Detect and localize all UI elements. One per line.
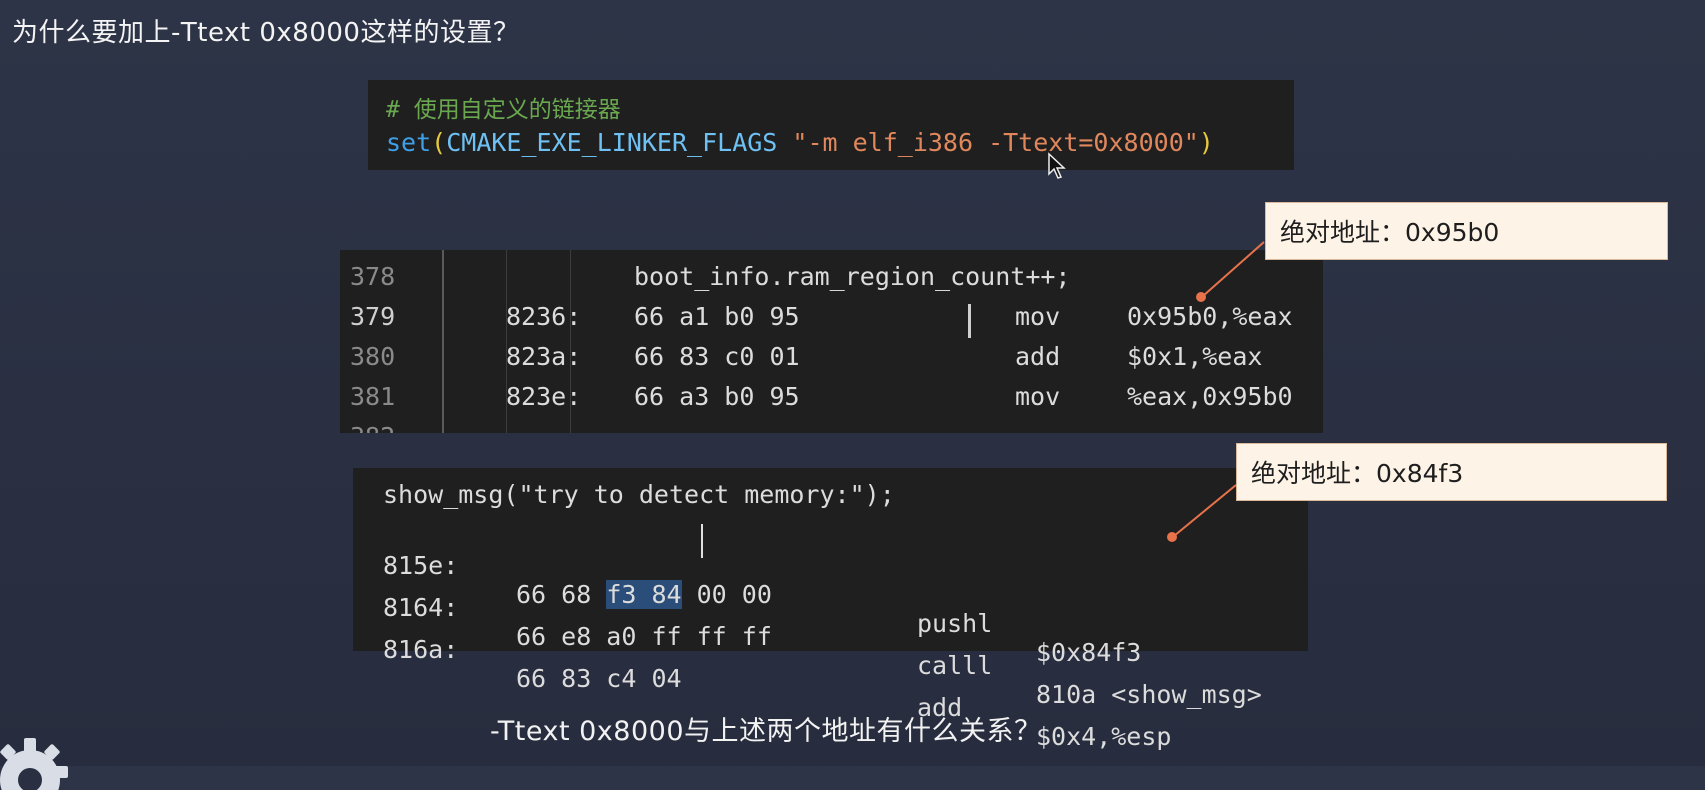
line-number: 380	[350, 342, 396, 371]
instruction-address: 8236:	[506, 302, 582, 331]
source-line: 378 boot_info.ram_region_count++;	[340, 262, 1323, 302]
instruction-operands: $0x4,%esp	[1036, 722, 1172, 751]
callout-address-84f3: 绝对地址：0x84f3	[1236, 443, 1667, 501]
disassembly-block: 378 boot_info.ram_region_count++; 379 82…	[340, 250, 1323, 433]
instruction-opcode: mov	[1015, 302, 1061, 331]
line-number: 379	[350, 302, 396, 331]
code-comment: # 使用自定义的链接器	[386, 97, 621, 123]
disasm-row: 381 823e: 66 a3 b0 95 mov %eax,0x95b0	[340, 382, 1323, 422]
instruction-operands: 0x95b0,%eax	[1127, 302, 1293, 331]
slide-title: 为什么要加上-Ttext 0x8000这样的设置？	[12, 18, 520, 48]
instruction-bytes: 66 a1 b0 95	[634, 302, 800, 331]
disasm-row: 380 823a: 66 83 c0 01 add $0x1,%eax	[340, 342, 1323, 382]
disasm-row-partial: 382	[340, 422, 1323, 433]
cmake-code-block: # 使用自定义的链接器 set(CMAKE_EXE_LINKER_FLAGS "…	[368, 80, 1294, 170]
instruction-bytes: 66 83 c4 04	[516, 664, 682, 693]
line-number: 378	[350, 262, 396, 291]
close-paren: )	[1198, 128, 1214, 157]
disasm-row: 816a: 66 83 c4 04 add $0x4,%esp	[353, 606, 1308, 780]
instruction-operands: %eax,0x95b0	[1127, 382, 1293, 411]
open-paren: (	[431, 128, 447, 157]
source-code: show_msg("try to detect memory:");	[383, 480, 895, 509]
line-number: 381	[350, 382, 396, 411]
instruction-address: 823e:	[506, 382, 582, 411]
disasm-row: 379 8236: 66 a1 b0 95 mov 0x95b0,%eax	[340, 302, 1323, 342]
text-cursor	[701, 524, 703, 558]
mouse-pointer-icon	[1048, 152, 1066, 179]
instruction-opcode: add	[1015, 342, 1061, 371]
cmake-set-line: set(CMAKE_EXE_LINKER_FLAGS "-m elf_i386 …	[386, 128, 1214, 157]
callout-address-95b0: 绝对地址：0x95b0	[1265, 202, 1668, 260]
source-code: boot_info.ram_region_count++;	[634, 262, 1071, 291]
line-number: 382	[350, 422, 395, 433]
instruction-bytes: 66 a3 b0 95	[634, 382, 800, 411]
set-keyword: set	[386, 128, 432, 157]
question-text: -Ttext 0x8000与上述两个地址有什么关系？	[490, 716, 1042, 747]
text-cursor	[968, 304, 971, 338]
gear-icon	[0, 738, 68, 790]
show-msg-code-block: show_msg("try to detect memory:"); 815e:…	[353, 468, 1308, 751]
linker-flags-variable: CMAKE_EXE_LINKER_FLAGS	[446, 128, 778, 157]
instruction-operands: $0x1,%eax	[1127, 342, 1263, 371]
instruction-address: 816a:	[383, 635, 459, 664]
instruction-address: 823a:	[506, 342, 582, 371]
instruction-bytes: 66 83 c0 01	[634, 342, 800, 371]
linker-flags-string: "-m elf_i386 -Ttext=0x8000"	[777, 128, 1199, 157]
instruction-opcode: mov	[1015, 382, 1061, 411]
